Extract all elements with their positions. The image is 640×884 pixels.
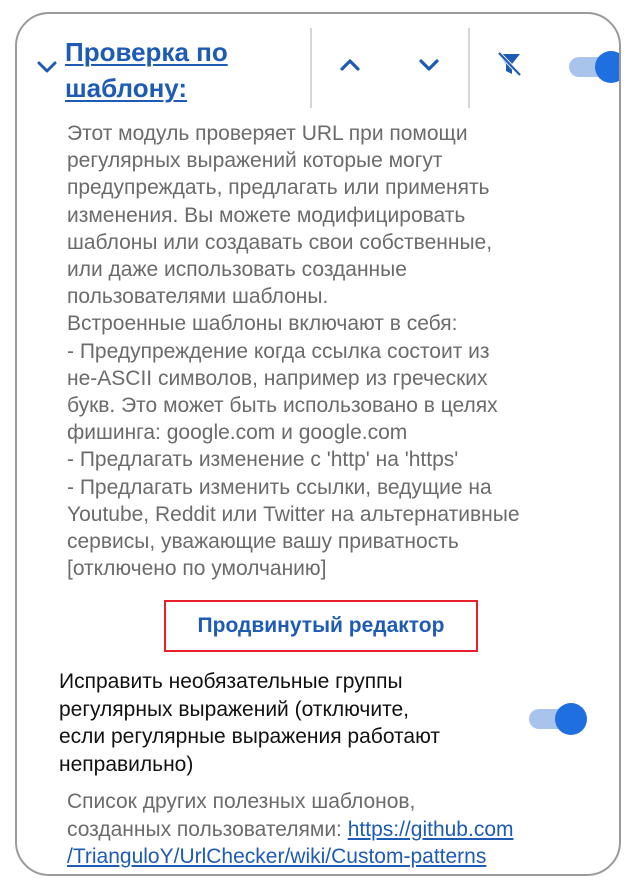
chevron-down-icon xyxy=(418,58,440,77)
module-title[interactable]: Проверка по шаблону: xyxy=(65,34,305,106)
fix-optional-groups-label: Исправить необязательные группы регулярн… xyxy=(59,670,441,776)
pattern-check-module-card: Проверка по шаблону: Этот модуль проверя… xyxy=(15,12,621,876)
header-divider xyxy=(310,28,312,108)
fix-optional-groups-toggle[interactable] xyxy=(525,703,587,735)
move-down-button[interactable] xyxy=(409,47,449,87)
module-description: Этот модуль проверяет URL при помощи рег… xyxy=(67,122,520,581)
filter-off-icon xyxy=(495,50,523,83)
move-up-button[interactable] xyxy=(330,47,370,87)
toggle-knob xyxy=(595,51,619,83)
module-header: Проверка по шаблону: xyxy=(17,14,619,114)
chevron-up-icon xyxy=(339,58,361,77)
filter-button[interactable] xyxy=(489,46,529,86)
custom-patterns-note: Список других полезных шаблонов, созданн… xyxy=(67,788,597,871)
module-enable-toggle[interactable] xyxy=(565,51,619,83)
toggle-knob xyxy=(555,703,587,735)
header-divider xyxy=(468,28,470,108)
chevron-down-icon[interactable] xyxy=(37,60,57,74)
advanced-editor-button[interactable]: Продвинутый редактор xyxy=(164,600,478,652)
